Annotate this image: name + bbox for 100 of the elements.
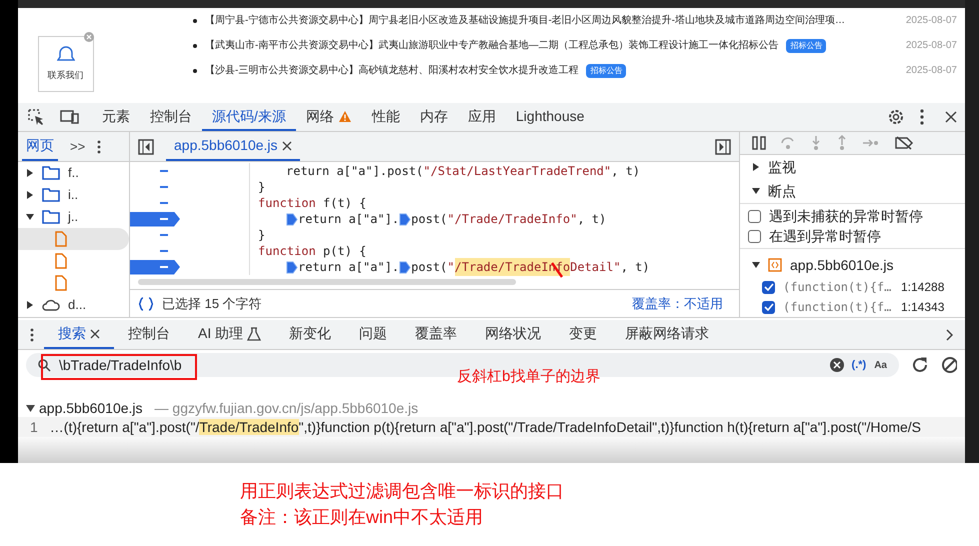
script-file-icon (768, 258, 782, 272)
bullet-icon (193, 68, 197, 72)
devtools-tab[interactable]: 网络 (296, 103, 362, 131)
breakpoint-location: 1:14343 (901, 299, 944, 316)
folder-icon (42, 209, 60, 225)
devtools-tab[interactable]: 内存 (410, 103, 458, 131)
code-line: function f(t) { (257, 195, 366, 212)
clear-icon[interactable] (830, 358, 844, 372)
checkbox[interactable] (762, 280, 775, 294)
more-tabs-button[interactable]: >> (70, 136, 86, 156)
chevron-icon[interactable] (945, 328, 953, 340)
more-icon[interactable] (97, 140, 102, 154)
close-icon[interactable] (282, 140, 292, 150)
breakpoint-file: app.5bb6010e.js (790, 256, 894, 275)
listing-date: 2025-08-07 (906, 39, 957, 53)
devtools-tab[interactable]: 性能 (362, 103, 410, 131)
listing-tag: 招标公告 (586, 64, 626, 78)
breakpoint-code: (function(t){f… (783, 279, 892, 296)
check-icon (764, 283, 774, 291)
result-line[interactable]: …(t){return a["a"].post("/Trade/TradeInfo",t)}function p(t){return a["a"].post("/Trade/TradeInfoDetail",t)}function h(t){return a["a"].post("/Home/S (50, 417, 922, 437)
annotation-note: 备注：该正则在win中不太适用 (240, 506, 484, 529)
expanded-arrow-icon[interactable] (752, 261, 760, 269)
checkbox[interactable] (748, 210, 761, 222)
checkbox-label: 遇到未捕获的异常时暂停 (769, 206, 923, 226)
breakpoint-location: 1:14288 (901, 279, 944, 296)
file-icon (54, 231, 68, 247)
deactivate-breakpoints-icon[interactable] (894, 136, 914, 150)
expanded-arrow-icon[interactable] (26, 213, 34, 221)
listing-date: 2025-08-07 (906, 64, 957, 78)
contact-label: 联系我们 (48, 69, 84, 82)
collapsed-arrow-icon[interactable] (26, 301, 34, 309)
drawer-tab[interactable]: 网络状况 (471, 320, 556, 349)
drawer-tab[interactable]: 屏蔽网络请求 (611, 320, 724, 349)
breakpoint-marker[interactable] (130, 212, 180, 226)
code-line: return a["a"].post("/Stat/LastYearTradeTrend", t) (285, 163, 640, 180)
coverage-status[interactable]: 覆盖率：不适用 (632, 294, 723, 314)
close-icon[interactable] (945, 111, 957, 123)
collapsed-arrow-icon[interactable] (26, 169, 34, 177)
listing-link[interactable]: 【武夷山市-南平市公共资源交易中心】武夷山旅游职业中专产教融合基地—二期（工程总承包）装饰工程设计施工一体化招标公告 (205, 38, 778, 53)
annotation-note: 用正则表达式过滤调包含唯一标识的接口 (240, 480, 564, 503)
more-icon[interactable] (920, 109, 924, 125)
drawer-tab[interactable]: 新变化 (275, 320, 346, 349)
check-icon (764, 303, 774, 311)
bullet-icon (193, 44, 197, 48)
checkbox[interactable] (762, 300, 775, 314)
cloud-icon (42, 297, 60, 313)
close-icon[interactable] (90, 328, 100, 338)
listing-link[interactable]: 【周宁县-宁德市公共资源交易中心】周宁县老旧小区改造及基础设施提升项目-老旧小区周边风貌整治提升-塔山地块及城市道路周边空间治理项… (205, 13, 845, 28)
breakpoint-code: (function(t){f… (783, 299, 892, 316)
inline-breakpoint-icon[interactable] (286, 260, 298, 274)
inline-breakpoint-icon[interactable] (399, 260, 412, 274)
section-header[interactable]: 监视 (740, 155, 965, 179)
refresh-icon[interactable] (911, 356, 929, 374)
expand-arrow-icon[interactable] (26, 404, 35, 412)
folder-icon (42, 165, 60, 181)
line-number: 1 (30, 418, 38, 436)
inline-breakpoint-icon[interactable] (286, 212, 298, 226)
drawer-tab[interactable]: 变更 (555, 320, 612, 349)
inline-breakpoint-icon[interactable] (399, 212, 412, 226)
search-icon (38, 358, 51, 372)
code-line: return a["a"]. post("/Trade/TradeInfo", t) (250, 210, 606, 228)
code-line: function p(t) { (257, 243, 366, 260)
sidebar-toggle-icon[interactable] (715, 138, 731, 154)
tree-item-label[interactable]: f.. (68, 163, 79, 183)
contact-widget[interactable]: 联系我们 (38, 36, 94, 92)
format-icon[interactable] (138, 296, 154, 310)
expanded-arrow-icon (752, 187, 760, 195)
devtools-tab[interactable]: 控制台 (140, 103, 202, 131)
tree-item-label[interactable]: d... (68, 295, 86, 315)
listing-date: 2025-08-07 (906, 14, 957, 28)
section-header[interactable]: 断点 (740, 179, 965, 203)
tree-item-label[interactable]: j.. (68, 207, 78, 227)
drawer-tab[interactable]: 控制台 (114, 320, 184, 349)
bullet-icon (193, 18, 197, 22)
regex-toggle[interactable]: (.*) (852, 356, 866, 374)
inspect-icon[interactable] (26, 107, 46, 127)
navigator-tab[interactable]: 网页 (22, 132, 58, 161)
file-icon (54, 253, 68, 269)
checkbox[interactable] (748, 230, 761, 242)
match-case-toggle[interactable]: Aa (874, 358, 887, 372)
pause-icon[interactable] (752, 136, 766, 150)
listing-link[interactable]: 【沙县-三明市公共资源交易中心】高砂镇龙慈村、阳溪村农村安全饮水提升改造工程 (205, 63, 578, 78)
tree-item-label[interactable]: i.. (68, 185, 78, 205)
checkbox-label: 在遇到异常时暂停 (769, 226, 881, 246)
devtools-tab[interactable]: Lighthouse (506, 103, 594, 131)
collapsed-arrow-icon (752, 163, 760, 171)
result-file[interactable]: app.5bb6010e.js (39, 398, 143, 418)
settings-icon[interactable] (887, 108, 905, 126)
clear-results-icon[interactable] (941, 356, 957, 374)
drawer-tab[interactable]: 问题 (345, 320, 402, 349)
sidebar-toggle-icon[interactable] (138, 138, 154, 154)
more-icon[interactable] (30, 328, 34, 342)
folder-icon (42, 187, 60, 203)
breakpoint-marker[interactable] (130, 260, 180, 274)
devtools-tab[interactable]: 元素 (92, 103, 140, 131)
drawer-tab[interactable]: AI 助理 (184, 320, 276, 349)
drawer-tab[interactable]: 搜索 (44, 320, 114, 349)
collapsed-arrow-icon[interactable] (26, 191, 34, 199)
devtools-tab[interactable]: 应用 (458, 103, 506, 131)
drawer-tab[interactable]: 覆盖率 (401, 320, 472, 349)
